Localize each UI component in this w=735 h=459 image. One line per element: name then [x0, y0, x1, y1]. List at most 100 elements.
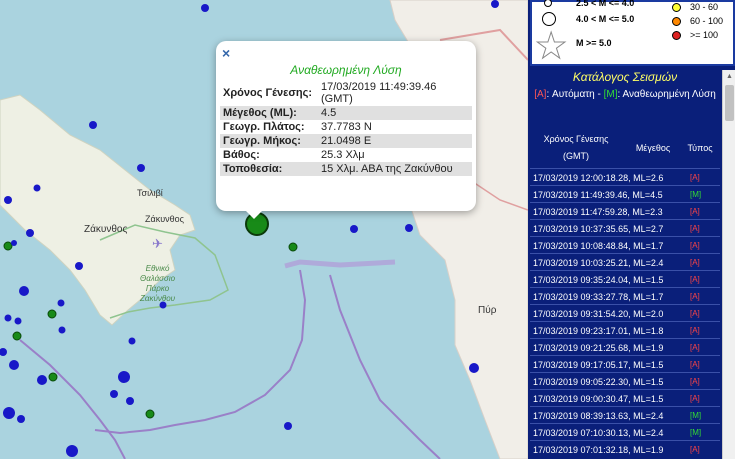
- earthquake-marker[interactable]: [26, 229, 34, 237]
- earthquake-marker[interactable]: [118, 371, 130, 383]
- earthquake-marker[interactable]: [11, 240, 17, 246]
- scroll-up-icon[interactable]: ▲: [723, 70, 735, 83]
- catalog-row-type: [A]: [690, 173, 700, 182]
- catalog-scrollbar[interactable]: ▲: [722, 70, 735, 459]
- earthquake-marker[interactable]: [491, 0, 499, 8]
- earthquake-marker[interactable]: [137, 164, 145, 172]
- catalog-row[interactable]: 17/03/2019 09:21:25.68, ML=1.9 [A]: [530, 338, 720, 355]
- catalog-row-text[interactable]: 17/03/2019 08:39:13.63, ML=2.4: [533, 411, 663, 421]
- legend-circle-small-icon: [544, 0, 552, 7]
- map-label-marine-park: Εθνικό Θαλάσσιο Πάρκο Ζακύνθου: [140, 264, 176, 303]
- popup-details-table: Χρόνος Γένεσης: 17/03/2019 11:49:39.46 (…: [220, 80, 472, 176]
- catalog-row[interactable]: 17/03/2019 10:37:35.65, ML=2.7 [A]: [530, 219, 720, 236]
- catalog-row[interactable]: 17/03/2019 11:49:39.46, ML=4.5 [M]: [530, 185, 720, 202]
- svg-text:✈: ✈: [152, 237, 163, 252]
- legend-depth2-dot-icon: [672, 17, 681, 26]
- earthquake-marker[interactable]: [58, 326, 66, 334]
- earthquake-marker[interactable]: [37, 375, 47, 385]
- auto-tag: [A]: [534, 89, 547, 100]
- earthquake-marker[interactable]: [201, 4, 209, 12]
- auto-label: : Αυτόματη -: [546, 89, 604, 100]
- legend-depth3: >= 100: [690, 30, 719, 40]
- legend-depth1-dot-icon: [672, 3, 681, 12]
- catalog-row[interactable]: 17/03/2019 10:03:25.21, ML=2.4 [A]: [530, 253, 720, 270]
- catalog-row[interactable]: 17/03/2019 09:23:17.01, ML=1.8 [A]: [530, 321, 720, 338]
- catalog-row-type: [M]: [690, 411, 702, 420]
- earthquake-marker[interactable]: [19, 286, 29, 296]
- earthquake-marker[interactable]: [145, 409, 155, 419]
- earthquake-info-popup: × Αναθεωρημένη Λύση Χρόνος Γένεσης: 17/0…: [216, 41, 476, 219]
- catalog-row-text[interactable]: 17/03/2019 09:23:17.01, ML=1.8: [533, 326, 663, 336]
- earthquake-marker[interactable]: [12, 331, 22, 341]
- catalog-row[interactable]: 17/03/2019 10:08:48.84, ML=1.7 [A]: [530, 236, 720, 253]
- earthquake-marker[interactable]: [288, 242, 298, 252]
- scrollbar-thumb[interactable]: [725, 85, 734, 121]
- revised-tag: [M]: [603, 89, 618, 100]
- catalog-row[interactable]: 17/03/2019 09:33:27.78, ML=1.7 [A]: [530, 287, 720, 304]
- legend-depth2: 60 - 100: [690, 16, 724, 26]
- earthquake-marker[interactable]: [4, 314, 12, 322]
- earthquake-marker[interactable]: [33, 184, 41, 192]
- catalog-row[interactable]: 17/03/2019 11:47:59.28, ML=2.3 [A]: [530, 202, 720, 219]
- earthquake-marker[interactable]: [128, 337, 136, 345]
- earthquake-marker[interactable]: [89, 121, 97, 129]
- popup-row-latitude: Γεωγρ. Πλάτος: 37.7783 N: [223, 121, 372, 133]
- catalog-row[interactable]: 17/03/2019 09:31:54.20, ML=2.0 [A]: [530, 304, 720, 321]
- column-header-magnitude[interactable]: Μέγεθος: [628, 143, 678, 154]
- earthquake-marker[interactable]: [14, 317, 22, 325]
- catalog-row-text[interactable]: 17/03/2019 10:03:25.21, ML=2.4: [533, 258, 663, 268]
- catalog-row-text[interactable]: 17/03/2019 11:47:59.28, ML=2.3: [533, 207, 663, 217]
- catalog-row-text[interactable]: 17/03/2019 07:01:32.18, ML=1.9: [533, 445, 663, 455]
- earthquake-marker[interactable]: [284, 422, 292, 430]
- catalog-row-text[interactable]: 17/03/2019 09:17:05.17, ML=1.5: [533, 360, 663, 370]
- catalog-row[interactable]: 17/03/2019 07:10:30.13, ML=2.4 [M]: [530, 423, 720, 440]
- earthquake-marker[interactable]: [350, 225, 358, 233]
- map-view[interactable]: ✈ Τσιλιβί Ζάκυνθος Ζάκυνθος Εθνικό Θαλάσ…: [0, 0, 528, 459]
- catalog-row[interactable]: 17/03/2019 12:00:18.28, ML=2.6 [A]: [530, 168, 720, 185]
- catalog-row[interactable]: 17/03/2019 09:05:22.30, ML=1.5 [A]: [530, 372, 720, 389]
- catalog-row-text[interactable]: 17/03/2019 11:49:39.46, ML=4.5: [533, 190, 663, 200]
- earthquake-marker[interactable]: [126, 397, 134, 405]
- catalog-row-type: [A]: [690, 377, 700, 386]
- catalog-row-text[interactable]: 17/03/2019 07:10:30.13, ML=2.4: [533, 428, 663, 438]
- catalog-row-text[interactable]: 17/03/2019 12:00:18.28, ML=2.6: [533, 173, 663, 183]
- earthquake-marker[interactable]: [4, 196, 12, 204]
- earthquake-marker[interactable]: [469, 363, 479, 373]
- earthquake-marker[interactable]: [9, 360, 19, 370]
- earthquake-marker[interactable]: [57, 299, 65, 307]
- close-icon[interactable]: ×: [222, 45, 230, 61]
- catalog-row-text[interactable]: 17/03/2019 10:37:35.65, ML=2.7: [533, 224, 663, 234]
- earthquake-marker[interactable]: [48, 372, 58, 382]
- catalog-row-text[interactable]: 17/03/2019 09:31:54.20, ML=2.0: [533, 309, 663, 319]
- catalog-row[interactable]: 17/03/2019 09:17:05.17, ML=1.5 [A]: [530, 355, 720, 372]
- catalog-row-type: [A]: [690, 445, 700, 454]
- map-label-zakynthos-town: Ζάκυνθος: [145, 214, 184, 224]
- earthquake-marker[interactable]: [66, 445, 78, 457]
- catalog-row-text[interactable]: 17/03/2019 09:33:27.78, ML=1.7: [533, 292, 663, 302]
- catalog-row-type: [A]: [690, 224, 700, 233]
- earthquake-marker[interactable]: [3, 407, 15, 419]
- earthquake-marker[interactable]: [110, 390, 118, 398]
- earthquake-marker[interactable]: [17, 415, 25, 423]
- catalog-row-text[interactable]: 17/03/2019 09:35:24.04, ML=1.5: [533, 275, 663, 285]
- earthquake-marker[interactable]: [47, 309, 57, 319]
- legend-depth1: 30 - 60: [690, 2, 719, 12]
- catalog-row-text[interactable]: 17/03/2019 09:00:30.47, ML=1.5: [533, 394, 663, 404]
- catalog-row[interactable]: 17/03/2019 09:35:24.04, ML=1.5 [A]: [530, 270, 720, 287]
- earthquake-marker[interactable]: [75, 262, 83, 270]
- earthquake-marker[interactable]: [3, 241, 13, 251]
- popup-pointer: [246, 211, 262, 219]
- catalog-row-text[interactable]: 17/03/2019 09:05:22.30, ML=1.5: [533, 377, 663, 387]
- earthquake-marker[interactable]: [405, 224, 413, 232]
- column-header-type[interactable]: Τύπος: [681, 143, 719, 154]
- catalog-row-text[interactable]: 17/03/2019 09:21:25.68, ML=1.9: [533, 343, 663, 353]
- catalog-row[interactable]: 17/03/2019 08:39:13.63, ML=2.4 [M]: [530, 406, 720, 423]
- catalog-row-text[interactable]: 17/03/2019 10:08:48.84, ML=1.7: [533, 241, 663, 251]
- catalog-row[interactable]: 17/03/2019 09:00:30.47, ML=1.5 [A]: [530, 389, 720, 406]
- seismic-map-app: ✈ Τσιλιβί Ζάκυνθος Ζάκυνθος Εθνικό Θαλάσ…: [0, 0, 735, 459]
- catalog-row[interactable]: 17/03/2019 07:01:32.18, ML=1.9 [A]: [530, 440, 720, 457]
- popup-title: Αναθεωρημένη Λύση: [290, 63, 402, 77]
- column-header-time[interactable]: Χρόνος Γένεσης (GMT): [536, 134, 616, 162]
- catalog-row-type: [M]: [690, 190, 702, 199]
- catalog-row-type: [A]: [690, 258, 700, 267]
